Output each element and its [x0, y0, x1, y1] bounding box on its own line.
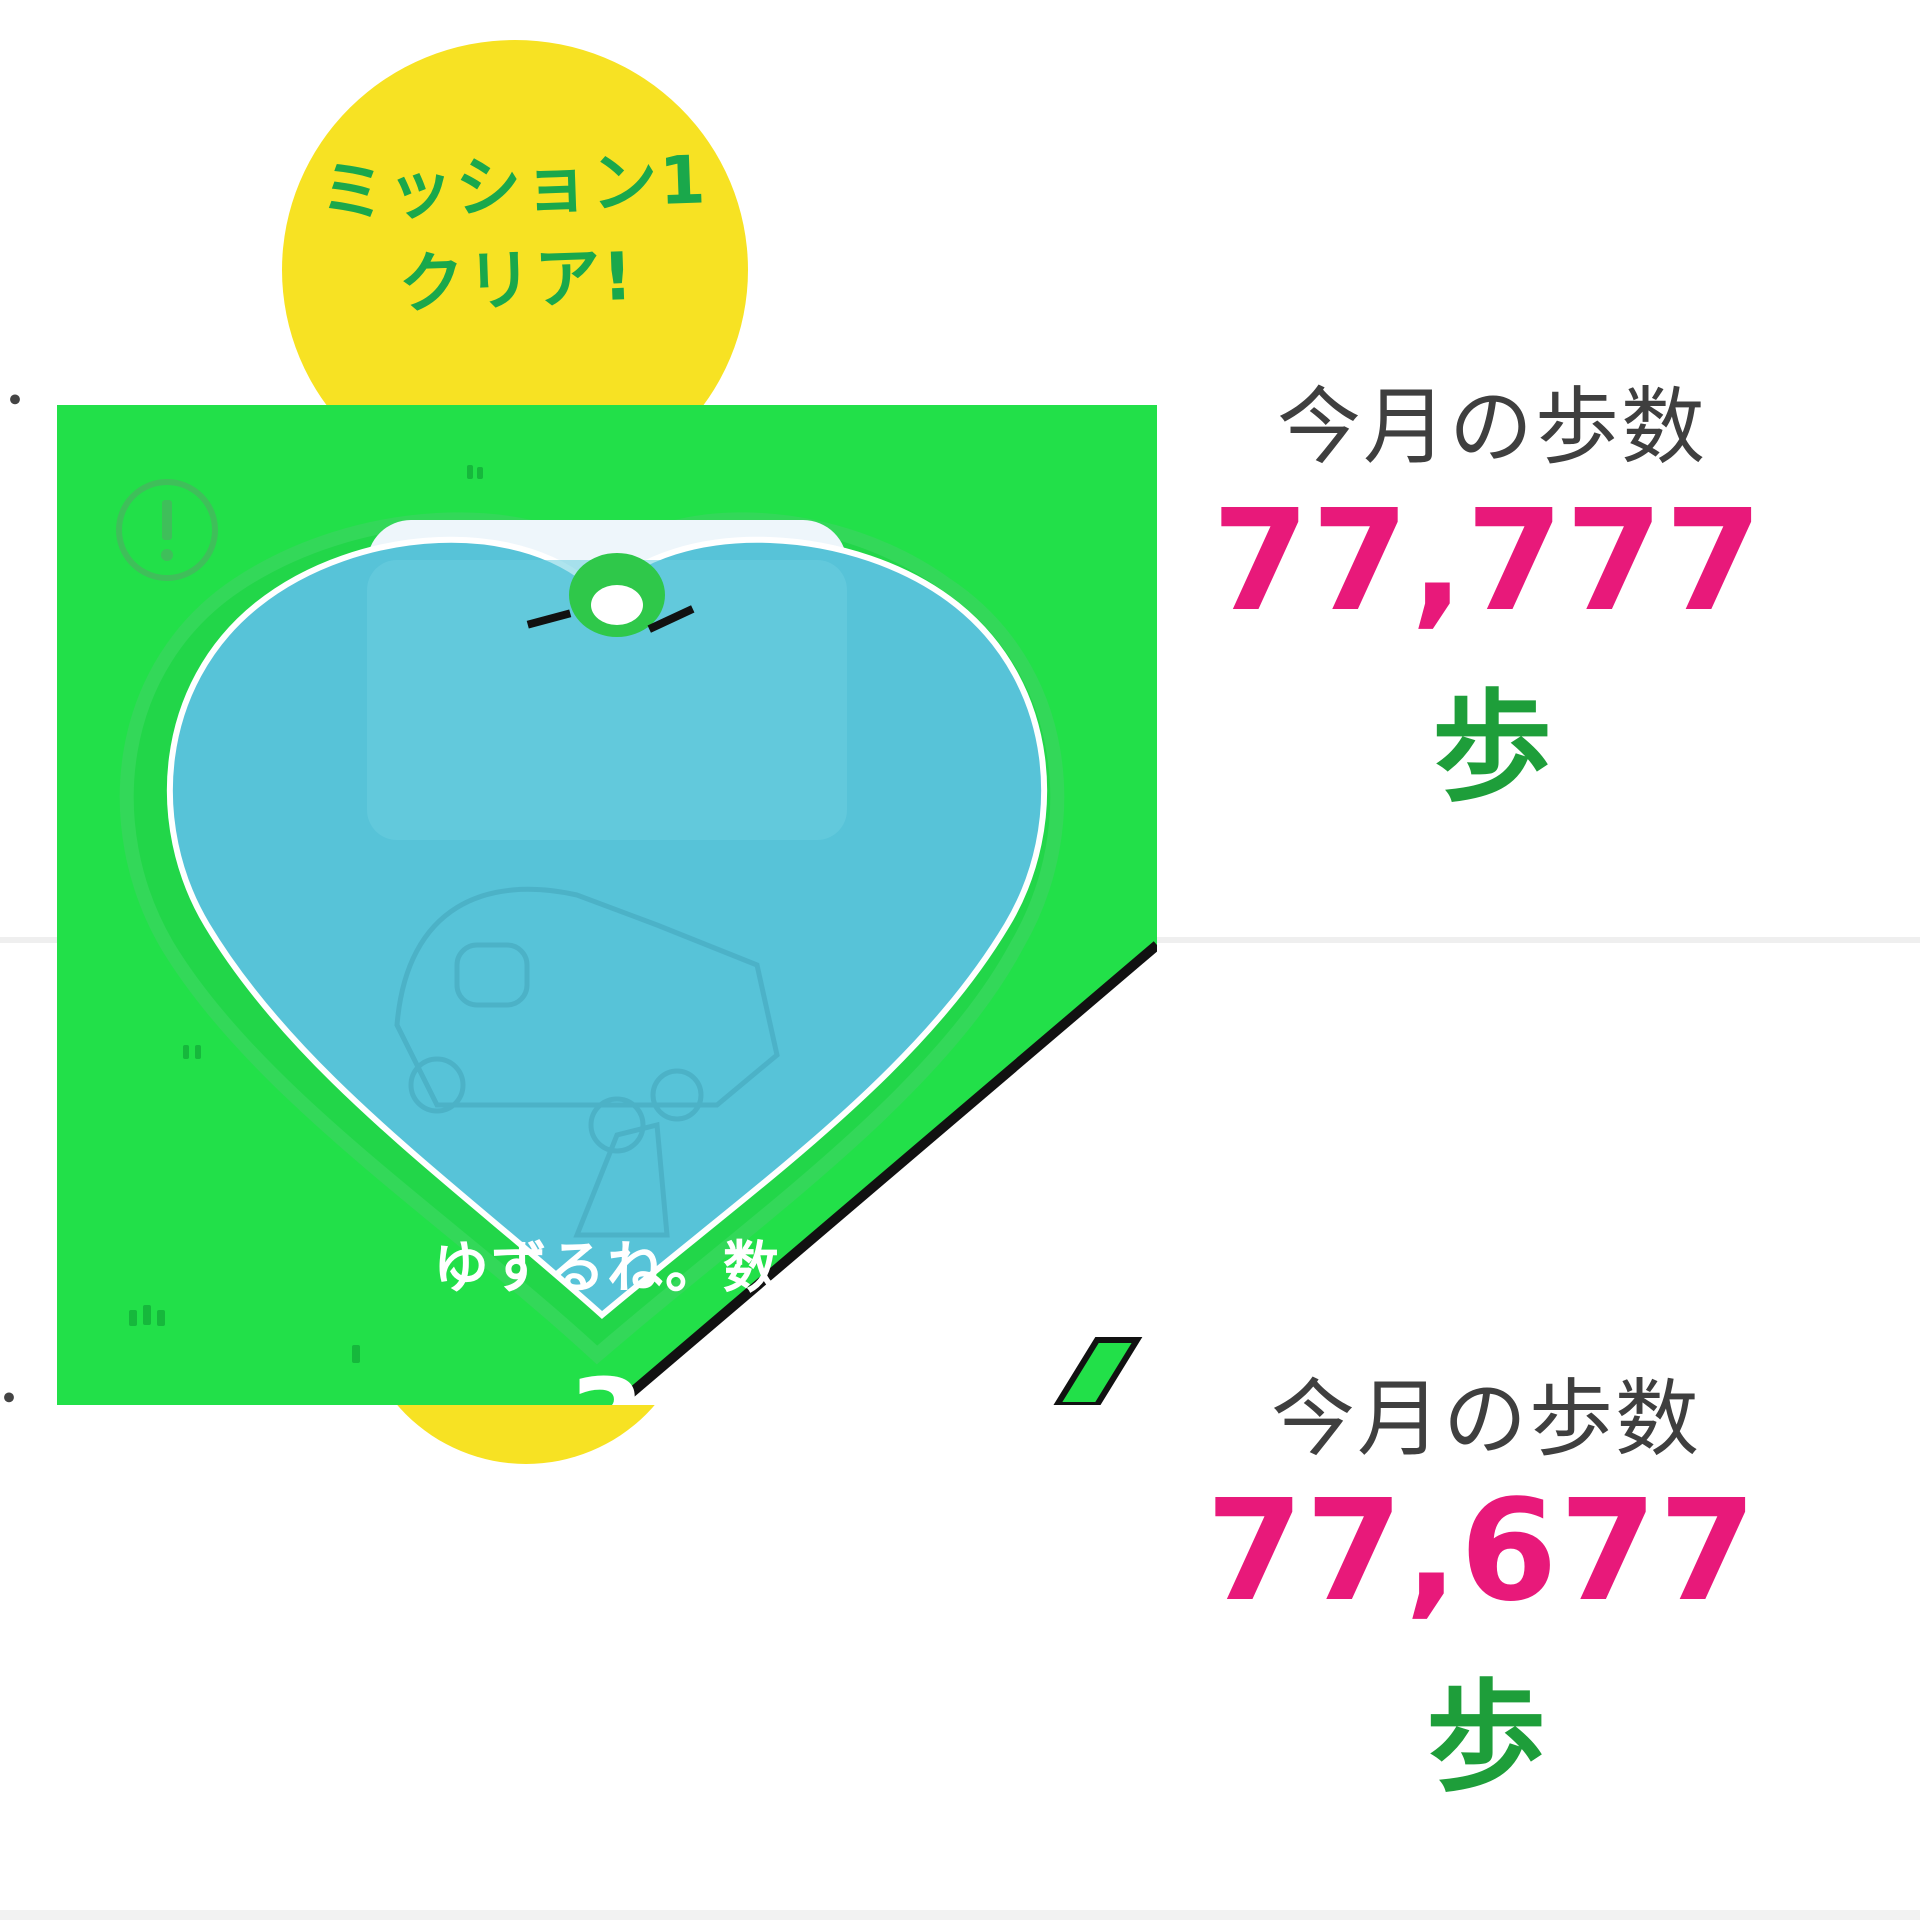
mission-clear-text: ミッション1 クリア! — [279, 132, 751, 336]
yuzurune-card[interactable]: ゆずるね。数 3 — [57, 405, 1157, 1405]
cropped-edge-glyph: ・ — [0, 1376, 32, 1422]
monthly-steps-value: 77,777 — [1212, 480, 1765, 643]
info-alert-icon[interactable] — [116, 479, 218, 581]
mission-badge-line2: クリア! — [397, 237, 636, 323]
monthly-steps-title: 今月の歩数 — [1270, 1370, 1701, 1468]
cropped-edge-glyph: ・ — [0, 378, 38, 424]
mission-badge-line1: ミッション1 — [318, 141, 709, 232]
monthly-steps-value: 77,677 — [1206, 1470, 1759, 1633]
yuzurune-count-label: ゆずるね。数 — [433, 1236, 781, 1301]
monthly-steps-unit: 歩 — [1432, 679, 1552, 818]
yuzurune-count-value: 3 — [57, 1355, 1157, 1405]
monthly-steps-unit: 歩 — [1426, 1669, 1546, 1808]
screen: ・ ・ ミッション1 クリア! — [0, 0, 1920, 1920]
section-divider-bottom — [0, 1910, 1920, 1920]
monthly-steps-title: 今月の歩数 — [1276, 378, 1707, 476]
